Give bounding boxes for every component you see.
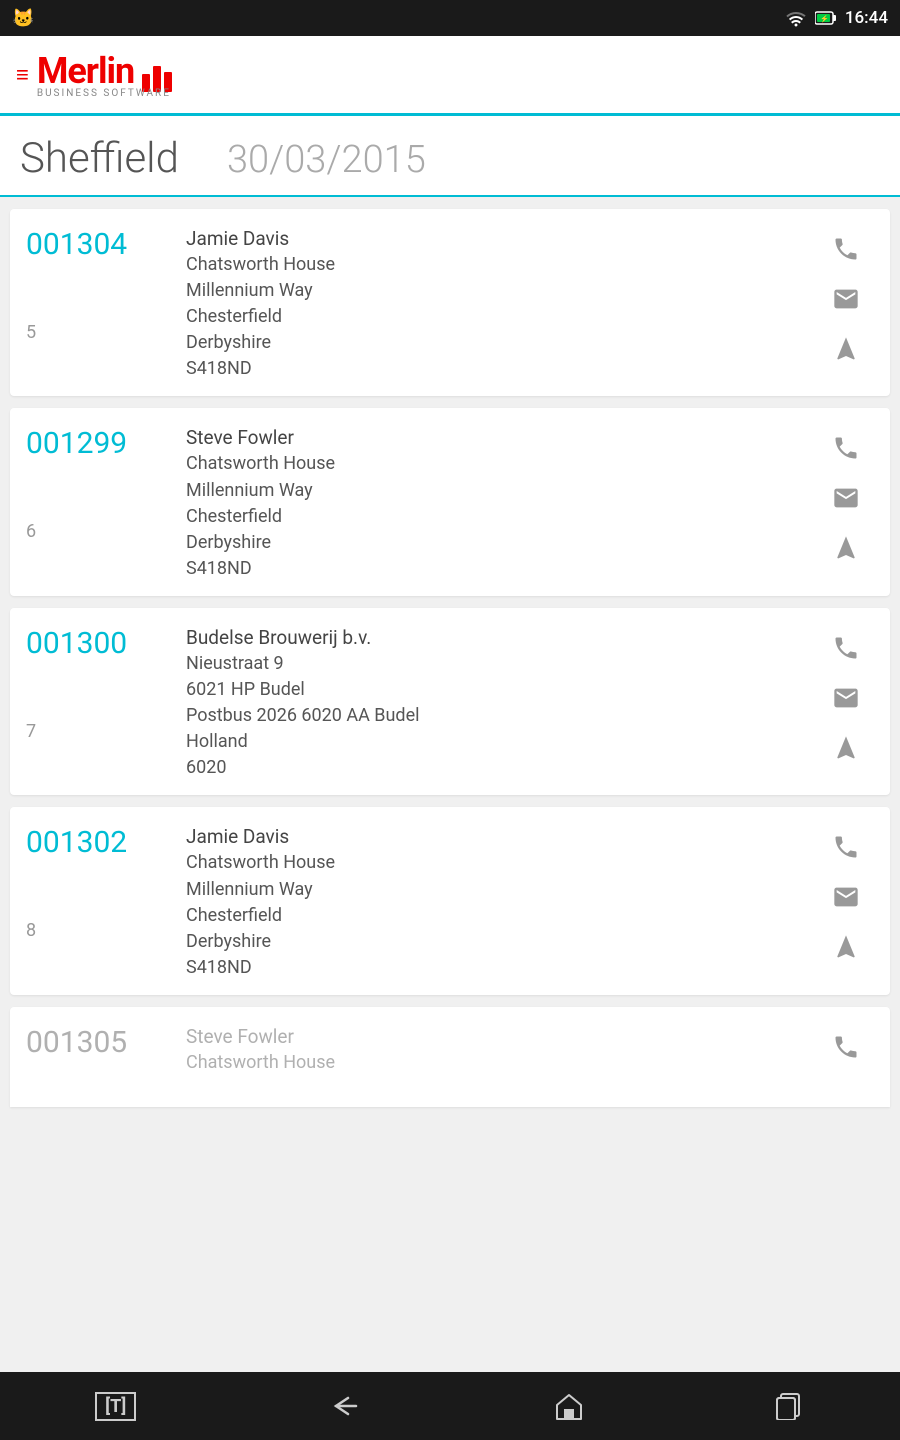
card-address-line: Derbyshire bbox=[186, 530, 798, 556]
card-id: 001302 bbox=[26, 825, 186, 860]
card-middle: Steve Fowler Chatsworth HouseMillennium … bbox=[186, 426, 818, 581]
card-left: 001300 7 bbox=[26, 626, 186, 742]
card-left: 001302 8 bbox=[26, 825, 186, 941]
card-address-line: S418ND bbox=[186, 556, 798, 582]
card-id: 001304 bbox=[26, 227, 186, 262]
card-id: 001300 bbox=[26, 626, 186, 661]
nav-t-button[interactable]: [T] bbox=[95, 1392, 136, 1421]
card-address-line: Nieustraat 9 bbox=[186, 651, 798, 677]
card-number: 5 bbox=[26, 322, 186, 343]
phone-icon[interactable] bbox=[824, 231, 868, 267]
card-left: 001305 bbox=[26, 1025, 186, 1060]
back-arrow-icon bbox=[326, 1392, 362, 1420]
status-bar-right: ⚡ 16:44 bbox=[785, 8, 888, 28]
wifi-icon bbox=[785, 9, 807, 27]
card-address-line: S418ND bbox=[186, 356, 798, 382]
card-address-line: Chesterfield bbox=[186, 903, 798, 929]
card-name: Steve Fowler bbox=[186, 1025, 798, 1048]
card-middle: Budelse Brouwerij b.v. Nieustraat 96021 … bbox=[186, 626, 818, 781]
page-title-area: Sheffield 30/03/2015 bbox=[0, 116, 900, 197]
card-address-line: Chatsworth House bbox=[186, 1050, 798, 1076]
card-address-line: Chesterfield bbox=[186, 304, 798, 330]
card-address-line: Derbyshire bbox=[186, 330, 798, 356]
card-address-line: Millennium Way bbox=[186, 478, 798, 504]
cat-icon: 🐱 bbox=[12, 8, 34, 29]
card-actions bbox=[818, 825, 874, 965]
logo-text: Merlin bbox=[37, 50, 134, 92]
card-name: Jamie Davis bbox=[186, 825, 798, 848]
status-bar: 🐱 ⚡ 16:44 bbox=[0, 0, 900, 36]
card-id: 001305 bbox=[26, 1025, 186, 1060]
card-name: Budelse Brouwerij b.v. bbox=[186, 626, 798, 649]
card-number: 6 bbox=[26, 521, 186, 542]
phone-icon[interactable] bbox=[824, 829, 868, 865]
list-item[interactable]: 001304 5 Jamie Davis Chatsworth HouseMil… bbox=[10, 209, 890, 396]
card-address-line: 6020 bbox=[186, 755, 798, 781]
email-icon[interactable] bbox=[824, 480, 868, 516]
card-actions bbox=[818, 626, 874, 766]
bottom-nav: [T] bbox=[0, 1372, 900, 1440]
card-actions bbox=[818, 227, 874, 367]
card-left: 001304 5 bbox=[26, 227, 186, 343]
card-address-line: Chatsworth House bbox=[186, 252, 798, 278]
card-address-line: Chesterfield bbox=[186, 504, 798, 530]
page-date: 30/03/2015 bbox=[227, 138, 426, 182]
list-item[interactable]: 001299 6 Steve Fowler Chatsworth HouseMi… bbox=[10, 408, 890, 595]
card-name: Steve Fowler bbox=[186, 426, 798, 449]
home-icon bbox=[553, 1391, 585, 1421]
card-actions bbox=[818, 1025, 874, 1065]
card-address-line: 6021 HP Budel bbox=[186, 677, 798, 703]
card-middle: Steve Fowler Chatsworth House bbox=[186, 1025, 818, 1076]
list-item[interactable]: 001300 7 Budelse Brouwerij b.v. Nieustra… bbox=[10, 608, 890, 795]
list-item[interactable]: 001305 Steve Fowler Chatsworth House bbox=[10, 1007, 890, 1107]
email-icon[interactable] bbox=[824, 680, 868, 716]
email-icon[interactable] bbox=[824, 879, 868, 915]
navigation-icon[interactable] bbox=[824, 730, 868, 766]
card-number: 8 bbox=[26, 920, 186, 941]
card-address-line: Derbyshire bbox=[186, 929, 798, 955]
email-icon[interactable] bbox=[824, 281, 868, 317]
status-bar-left: 🐱 bbox=[12, 8, 34, 29]
hamburger-icon[interactable]: ≡ bbox=[16, 62, 29, 88]
navigation-icon[interactable] bbox=[824, 929, 868, 965]
card-address-line: Chatsworth House bbox=[186, 451, 798, 477]
nav-back-button[interactable] bbox=[326, 1392, 362, 1420]
list-item[interactable]: 001302 8 Jamie Davis Chatsworth HouseMil… bbox=[10, 807, 890, 994]
app-header: ≡ Merlin BUSINESS SOFTWARE bbox=[0, 36, 900, 116]
card-address-line: Holland bbox=[186, 729, 798, 755]
card-address-line: Millennium Way bbox=[186, 877, 798, 903]
card-id: 001299 bbox=[26, 426, 186, 461]
t-icon[interactable]: [T] bbox=[95, 1392, 136, 1421]
card-actions bbox=[818, 426, 874, 566]
phone-icon[interactable] bbox=[824, 630, 868, 666]
navigation-icon[interactable] bbox=[824, 530, 868, 566]
navigation-icon[interactable] bbox=[824, 331, 868, 367]
card-address-line: Postbus 2026 6020 AA Budel bbox=[186, 703, 798, 729]
nav-recent-button[interactable] bbox=[775, 1392, 805, 1420]
card-middle: Jamie Davis Chatsworth HouseMillennium W… bbox=[186, 825, 818, 980]
nav-home-button[interactable] bbox=[553, 1391, 585, 1421]
card-number: 7 bbox=[26, 721, 186, 742]
recent-apps-icon bbox=[775, 1392, 805, 1420]
card-name: Jamie Davis bbox=[186, 227, 798, 250]
svg-text:⚡: ⚡ bbox=[820, 14, 829, 23]
card-address-line: S418ND bbox=[186, 955, 798, 981]
logo-container: Merlin BUSINESS SOFTWARE bbox=[37, 50, 172, 99]
battery-icon: ⚡ bbox=[815, 10, 837, 26]
phone-icon[interactable] bbox=[824, 430, 868, 466]
card-address-line: Chatsworth House bbox=[186, 850, 798, 876]
page-city: Sheffield bbox=[20, 134, 179, 183]
time-display: 16:44 bbox=[845, 8, 888, 28]
page-title-row: Sheffield 30/03/2015 bbox=[20, 134, 880, 183]
card-address-line: Millennium Way bbox=[186, 278, 798, 304]
content-area[interactable]: 001304 5 Jamie Davis Chatsworth HouseMil… bbox=[0, 197, 900, 1372]
phone-icon[interactable] bbox=[824, 1029, 868, 1065]
card-left: 001299 6 bbox=[26, 426, 186, 542]
card-middle: Jamie Davis Chatsworth HouseMillennium W… bbox=[186, 227, 818, 382]
logo-subtitle: BUSINESS SOFTWARE bbox=[37, 88, 172, 99]
